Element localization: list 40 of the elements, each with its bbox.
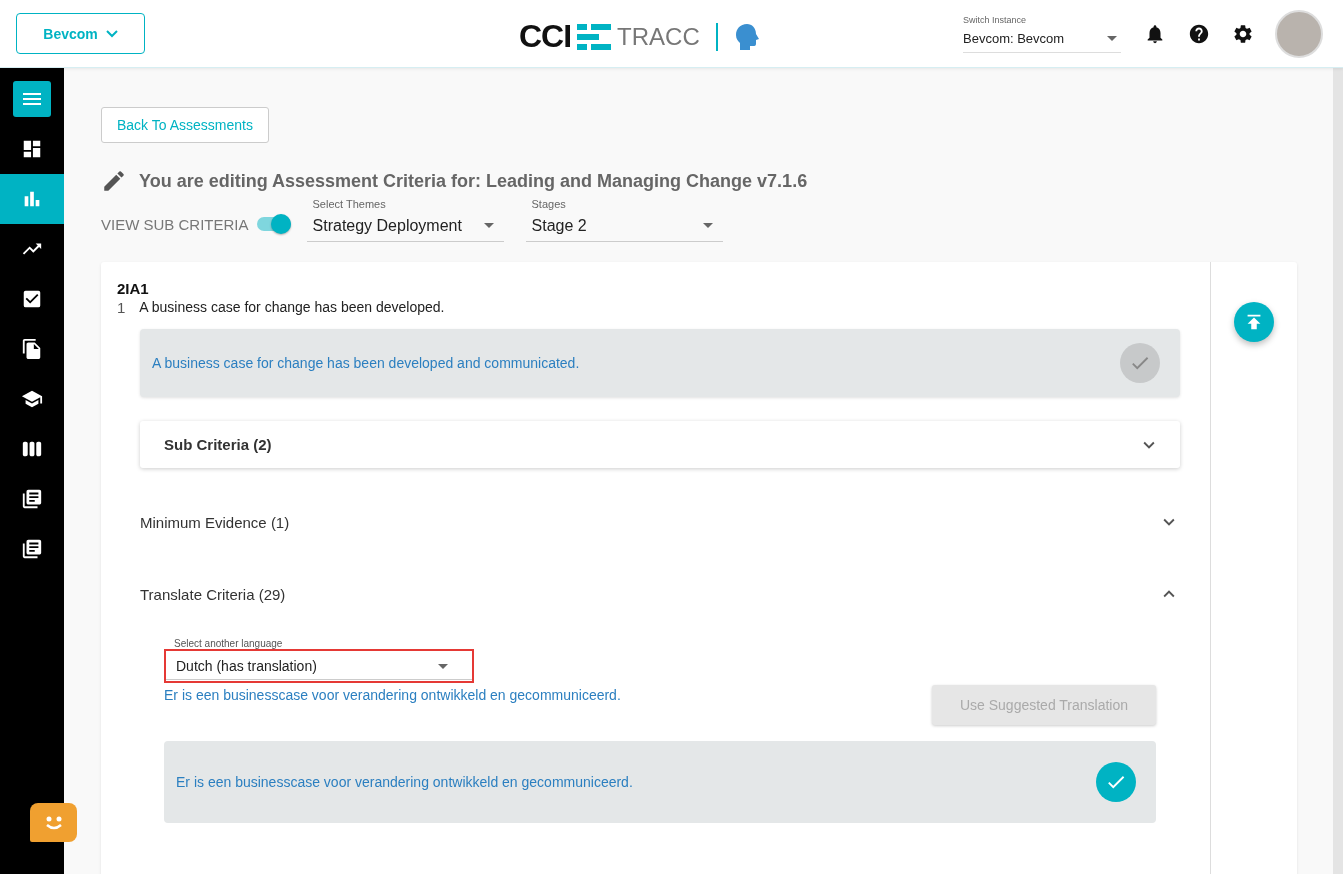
caret-icon (1107, 35, 1117, 41)
logo-mark: CCI (519, 18, 572, 55)
field-label: Stages (531, 198, 567, 210)
instance-label: Switch Instance (963, 14, 1028, 25)
checkbox-icon (21, 288, 43, 310)
confirm-check-button[interactable] (1120, 343, 1160, 383)
statement-text: A business case for change has been developed and communicated. (152, 355, 580, 371)
dashboard-icon (21, 138, 43, 160)
toggle-label: VIEW SUB CRITERIA (101, 215, 249, 233)
help-icon (1188, 22, 1210, 45)
stages-select[interactable]: Stage 2 (525, 210, 723, 242)
page-title: You are editing Assessment Criteria for: Leading and Managing Change v7.1.6 (139, 170, 808, 192)
stripes-logo-icon (577, 23, 612, 50)
chevron-icon (105, 29, 118, 38)
confirm-check-button[interactable] (1096, 762, 1136, 802)
upload-button[interactable] (1234, 302, 1274, 342)
language-select[interactable]: Dutch (has translation) (164, 649, 474, 683)
book-list-icon (21, 488, 43, 510)
criterion-number: 1 (117, 299, 126, 316)
instance-select[interactable]: Bevcom: Bevcom (963, 24, 1121, 53)
criterion-code: 2IA1 (117, 280, 150, 297)
logo-product-name: TRACC (617, 22, 700, 51)
toggle-switch[interactable] (256, 217, 291, 231)
field-label: Select another language (174, 638, 284, 649)
translation-text: Er is een businesscase voor verandering ontwikkeld en gecommuniceerd. (176, 774, 633, 790)
pencil-icon (101, 168, 127, 194)
documents-icon (21, 338, 43, 360)
book-list-icon (21, 538, 43, 560)
criterion-text: A business case for change has been developed. (139, 299, 445, 316)
settings-icon (1232, 22, 1254, 45)
caret-icon (702, 223, 713, 228)
themes-select[interactable]: Strategy Deployment (306, 210, 504, 242)
section-header[interactable]: Sub Criteria (2) (140, 421, 1180, 468)
graduation-cap-icon (21, 388, 43, 410)
suggested-translation: Er is een businesscase voor verandering ontwikkeld en gecommuniceerd. (164, 687, 621, 703)
caret-icon (483, 223, 494, 228)
menu-button[interactable] (13, 81, 51, 117)
caret-icon (438, 663, 448, 669)
brain-logo-icon (733, 22, 760, 51)
field-label: Select Themes (312, 198, 387, 210)
